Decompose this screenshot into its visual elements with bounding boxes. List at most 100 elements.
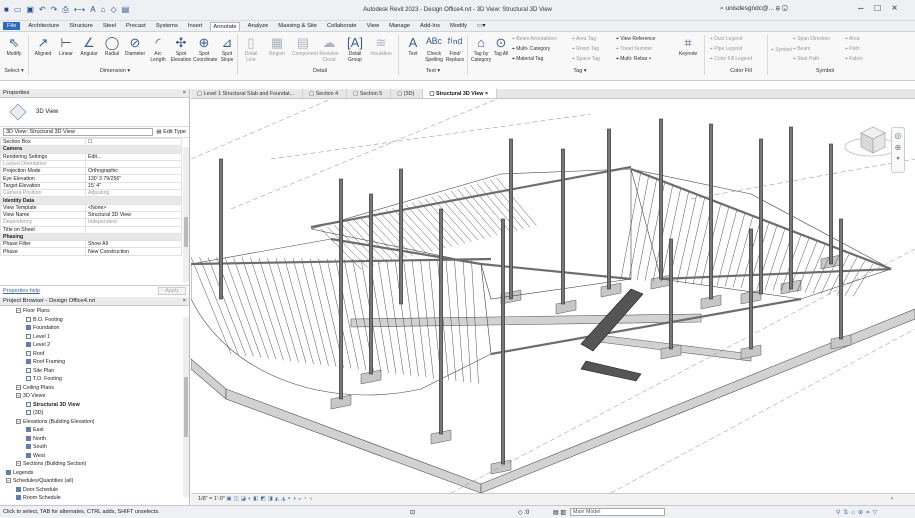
spot-elevation-button[interactable]: ✣ Spot Elevation <box>170 34 192 63</box>
property-value[interactable]: Orthographic <box>85 167 182 176</box>
view-scale[interactable]: 1/8" = 1'-0" <box>198 496 225 502</box>
browser-item[interactable]: − Elevations (Building Elevation) <box>16 419 95 425</box>
tab-systems[interactable]: Systems <box>154 22 180 30</box>
tab-annotate[interactable]: Annotate <box>210 21 240 31</box>
browser-item[interactable]: −3D Views <box>16 393 45 399</box>
detail-line-button[interactable]: ▯ Detail Line <box>240 34 262 63</box>
room-tag-button[interactable]: ⌖ Room Tag <box>572 46 599 52</box>
property-value[interactable]: ☐ <box>85 137 182 147</box>
property-value[interactable]: Edit... <box>85 152 182 161</box>
editable-only-icon[interactable]: ◇ :0 <box>518 509 529 516</box>
text-group[interactable]: Text ▾ <box>418 68 448 74</box>
area-button[interactable]: ⌖ Area <box>845 36 860 42</box>
browser-item[interactable]: Level 2 <box>26 342 50 348</box>
view-reference-button[interactable]: ⌖ View Reference <box>616 36 655 42</box>
text-button[interactable]: A Text <box>402 34 424 57</box>
close-icon[interactable]: × <box>183 89 186 98</box>
tab-steel[interactable]: Steel <box>101 22 118 30</box>
component-button[interactable]: ▤ Component <box>292 34 318 57</box>
space-tag-button[interactable]: ⌖ Space Tag <box>572 56 600 62</box>
spot-coordinate-button[interactable]: ⊕ Spot Coordinate <box>193 34 217 63</box>
browser-item[interactable]: − Floor Plans <box>16 308 50 314</box>
active-model-select[interactable]: Main Model <box>570 508 665 516</box>
tab-architecture[interactable]: Architecture <box>26 22 61 30</box>
selection-filter-icons[interactable]: ⚲⇅⌂⊕⌗▽ <box>836 509 880 517</box>
edit-type-button[interactable]: ▤ Edit Type <box>156 129 186 135</box>
view-tab[interactable]: ▢ {3D} <box>391 89 424 98</box>
stair-path-button[interactable]: ⌖ Stair Path <box>793 56 819 62</box>
view-tab[interactable]: ▢ Section 5 <box>347 89 392 98</box>
tab-insert[interactable]: Insert <box>186 22 205 30</box>
browser-item[interactable]: Legends <box>6 470 33 476</box>
browser-item[interactable]: North <box>26 436 46 442</box>
collapse-icon[interactable]: − <box>6 478 11 484</box>
type-selector[interactable]: 3D View <box>0 98 189 127</box>
collapse-icon[interactable]: − <box>16 384 21 390</box>
property-category[interactable]: Camera <box>0 145 182 154</box>
minimize-icon[interactable]: – <box>858 3 864 14</box>
arc-length-button[interactable]: ◜ Arc Length <box>147 34 169 63</box>
tag-by-category-button[interactable]: ⌂ Tag by Category <box>470 34 492 63</box>
expand-icon[interactable]: ‹ <box>310 496 312 502</box>
navigation-bar[interactable]: ◎ ⊕ ▾ <box>891 127 905 173</box>
browser-item[interactable]: Roof <box>26 351 44 357</box>
property-value[interactable]: New Construction <box>85 247 182 256</box>
browser-item[interactable]: {3D} <box>26 410 43 416</box>
view-control-icons[interactable]: ▣◫◪◐◧◩◨◭◮◓◑◒◔ <box>226 496 308 502</box>
property-value[interactable] <box>85 225 182 234</box>
collapse-icon[interactable]: − <box>16 308 21 314</box>
modify-button[interactable]: ⇖ Modify <box>3 34 25 57</box>
browser-item[interactable]: Foundation <box>26 325 60 331</box>
browser-item[interactable]: Structural 3D View <box>26 402 80 408</box>
browser-item[interactable]: − Schedules/Quantities (all) <box>6 478 73 484</box>
browser-scrollbar[interactable] <box>183 317 189 497</box>
browser-item[interactable]: B.O. Footing <box>26 317 63 323</box>
view-cube[interactable] <box>844 126 898 157</box>
property-value[interactable]: Structural 3D View <box>85 210 182 220</box>
viewbar-scroll-icon[interactable]: › <box>891 496 893 502</box>
view-tab[interactable]: ▢ Structural 3D View × <box>423 89 498 98</box>
property-value[interactable]: Show All <box>85 240 182 249</box>
property-category[interactable]: Identity Data <box>0 196 182 205</box>
collapse-icon[interactable]: − <box>16 393 21 399</box>
view-tab[interactable]: ▢ Level 1 Structural Slab and Foundat... <box>191 89 304 98</box>
property-value[interactable]: <None> <box>85 203 182 212</box>
fabric-button[interactable]: ⌖ Fabric <box>845 56 863 62</box>
tab-file[interactable]: File <box>3 22 21 30</box>
radial-button[interactable]: ◯ Radial <box>101 34 123 57</box>
aligned-button[interactable]: ↗ Aligned <box>32 34 54 57</box>
beam-button[interactable]: ⌖ Beam <box>793 46 810 52</box>
multi-rebar--button[interactable]: ⌖ Multi- Rebar ▾ <box>616 56 651 62</box>
tab-collaborate[interactable]: Collaborate <box>325 22 359 30</box>
collapse-icon[interactable]: − <box>16 461 21 467</box>
browser-item[interactable]: Site Plan <box>26 368 54 374</box>
duct-legend-button[interactable]: ⌖ Duct Legend <box>710 36 743 42</box>
close-icon[interactable]: × <box>485 91 488 97</box>
tab-structure[interactable]: Structure <box>67 22 95 30</box>
browser-item[interactable]: Room Schedule <box>16 495 61 501</box>
browser-item[interactable]: South <box>26 444 47 450</box>
browser-item[interactable]: T.O. Footing <box>26 376 62 382</box>
browser-item[interactable]: Door Schedule <box>16 487 58 493</box>
property-value[interactable]: 15' 4" <box>85 181 182 191</box>
user-name[interactable]: unisdesgndc@... <box>725 5 774 12</box>
material-tag-button[interactable]: ⌖ Material Tag <box>512 56 543 62</box>
maximize-icon[interactable]: □ <box>875 3 881 14</box>
drawing-canvas[interactable]: ◎ ⊕ ▾ <box>190 88 915 494</box>
worksets-icon[interactable]: ⊡ <box>410 509 415 516</box>
symbol-button[interactable]: ⌖ Symbol <box>771 47 792 53</box>
angular-button[interactable]: ∠ Angular <box>78 34 100 57</box>
view-selector-dropdown[interactable]: 3D View: Structural 3D View <box>3 128 153 136</box>
pipe-legend-button[interactable]: ⌖ Pipe Legend <box>710 46 742 52</box>
span-direction-button[interactable]: ⌖ Span Direction <box>793 36 830 42</box>
keynote-button[interactable]: ⌗ Keynote <box>677 34 699 57</box>
tab-modify[interactable]: Modify <box>448 22 469 30</box>
linear-button[interactable]: ⊢ Linear <box>55 34 77 57</box>
revision-cloud-button[interactable]: ☁ Revision Cloud <box>318 34 340 63</box>
select-group[interactable]: Select ▾ <box>2 68 26 74</box>
tab-precast[interactable]: Precast <box>124 22 148 30</box>
contextual-tab-dropdown-icon[interactable]: ▭▾ <box>475 22 487 30</box>
property-value[interactable]: 130' 3 79/256" <box>85 174 182 183</box>
tab-manage[interactable]: Manage <box>387 22 412 30</box>
detail-group-button[interactable]: [A] Detail Group <box>344 34 366 63</box>
